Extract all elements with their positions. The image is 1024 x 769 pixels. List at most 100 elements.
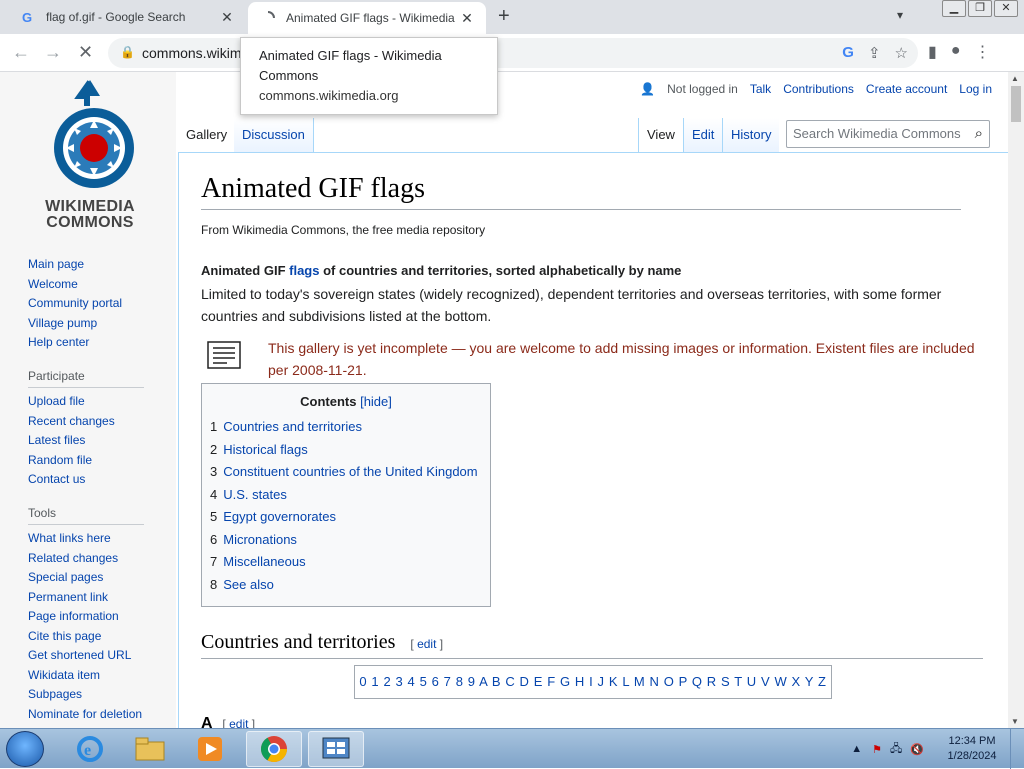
toc-entry[interactable]: 3 Constituent countries of the United Kin…	[210, 464, 478, 479]
nav-page-information[interactable]: Page information	[28, 607, 144, 627]
show-desktop-button[interactable]	[1010, 729, 1024, 769]
nav-main-page[interactable]: Main page	[28, 255, 122, 275]
nav-wikidata-item[interactable]: Wikidata item	[28, 666, 144, 686]
vertical-scrollbar[interactable]: ▲ ▼	[1008, 72, 1024, 728]
back-arrow-icon[interactable]: ←	[12, 42, 30, 63]
stop-loading-icon[interactable]: ✕	[78, 42, 93, 63]
media-player-icon[interactable]	[182, 731, 238, 767]
nav-upload-file[interactable]: Upload file	[28, 392, 144, 412]
nav-cite-this-page[interactable]: Cite this page	[28, 627, 144, 647]
toc-entry[interactable]: 6 Micronations	[210, 532, 297, 547]
show-hidden-icons-chevron-icon[interactable]: ▲	[851, 743, 862, 755]
tab-discussion[interactable]: Discussion	[234, 118, 314, 152]
nav-community-portal[interactable]: Community portal	[28, 294, 122, 314]
nav-what-links-here[interactable]: What links here	[28, 529, 144, 549]
nav-recent-changes[interactable]: Recent changes	[28, 412, 144, 432]
tab-wikimedia[interactable]: Animated GIF flags - Wikimedia Commons ✕	[248, 2, 486, 34]
alphabet-index[interactable]: 0 1 2 3 4 5 6 7 8 9 A B C D E F G H I J …	[354, 665, 832, 699]
bookmark-star-icon[interactable]: ☆	[895, 44, 908, 62]
create-account-link[interactable]: Create account	[866, 82, 947, 96]
clock-time: 12:34 PM	[948, 735, 996, 747]
restore-button[interactable]: ❐	[968, 0, 992, 17]
toc-entry[interactable]: 5 Egypt governorates	[210, 509, 336, 524]
toc-label[interactable]: See also	[223, 577, 274, 592]
tab-history[interactable]: History	[722, 118, 780, 152]
lock-icon[interactable]: 🔒	[120, 45, 135, 59]
toc-label[interactable]: Micronations	[223, 532, 297, 547]
close-tab-icon[interactable]: ✕	[216, 9, 238, 26]
nav-contact-us[interactable]: Contact us	[28, 470, 144, 490]
internet-explorer-icon[interactable]: e	[62, 731, 118, 767]
file-explorer-icon[interactable]	[122, 731, 178, 767]
tab-edit[interactable]: Edit	[683, 118, 723, 152]
scroll-down-arrow-icon[interactable]: ▼	[1011, 717, 1019, 726]
toc-entry[interactable]: 2 Historical flags	[210, 442, 308, 457]
toc-label[interactable]: Constituent countries of the United King…	[223, 464, 477, 479]
nav-welcome[interactable]: Welcome	[28, 275, 122, 295]
logo-text-commons: COMMONS	[46, 214, 134, 231]
toc-entry[interactable]: 7 Miscellaneous	[210, 554, 306, 569]
search-input[interactable]: Search Wikimedia Commons ⌕	[786, 120, 990, 148]
menu-kebab-icon[interactable]: ⋮	[974, 42, 990, 62]
tab-gallery[interactable]: Gallery	[178, 118, 237, 152]
toc-heading: Contents [hide]	[202, 394, 490, 409]
action-center-flag-icon[interactable]: ⚑	[872, 743, 882, 756]
clock[interactable]: 12:34 PM 1/28/2024	[934, 734, 1010, 764]
control-panel-icon[interactable]	[308, 731, 364, 767]
nav-village-pump[interactable]: Village pump	[28, 314, 122, 334]
tab-view[interactable]: View	[638, 118, 683, 152]
wikimedia-commons-logo[interactable]: WIKIMEDIA COMMONS	[30, 76, 150, 231]
incomplete-notice: This gallery is yet incomplete — you are…	[268, 340, 975, 378]
nav-subpages[interactable]: Subpages	[28, 685, 144, 705]
toc-entry[interactable]: 8 See also	[210, 577, 274, 592]
bracket: ]	[248, 717, 256, 728]
clock-date: 1/28/2024	[947, 750, 997, 762]
nav-help-center[interactable]: Help center	[28, 333, 122, 353]
scroll-up-arrow-icon[interactable]: ▲	[1011, 74, 1019, 83]
bracket: ]	[436, 637, 444, 651]
toc-number: 5	[210, 509, 218, 524]
google-lens-icon[interactable]: G	[842, 44, 854, 62]
start-button[interactable]	[6, 731, 44, 767]
forward-arrow-icon[interactable]: →	[44, 42, 62, 63]
address-bar[interactable]: 🔒 commons.wikimedia.org G ⇪ ☆	[108, 38, 918, 68]
nav-related-changes[interactable]: Related changes	[28, 549, 144, 569]
close-tab-icon[interactable]: ✕	[456, 10, 478, 27]
toc-title: Contents	[300, 394, 357, 409]
chrome-icon[interactable]	[246, 731, 302, 767]
toc-label[interactable]: Egypt governorates	[223, 509, 336, 524]
new-tab-button[interactable]: +	[498, 5, 510, 28]
contributions-link[interactable]: Contributions	[783, 82, 854, 96]
nav-permanent-link[interactable]: Permanent link	[28, 588, 144, 608]
tab-google-search[interactable]: G flag of.gif - Google Search ✕	[8, 0, 246, 34]
minimize-button[interactable]: ▁	[942, 0, 966, 17]
nav-nominate-for-deletion[interactable]: Nominate for deletion	[28, 705, 144, 725]
subsection-edit-link[interactable]: edit	[229, 717, 248, 728]
search-icon[interactable]: ⌕	[975, 121, 983, 147]
toc-label[interactable]: Historical flags	[223, 442, 308, 457]
volume-muted-icon[interactable]: 🔇	[910, 743, 924, 756]
side-panel-icon[interactable]: ▮	[928, 42, 937, 62]
nav-random-file[interactable]: Random file	[28, 451, 144, 471]
talk-link[interactable]: Talk	[750, 82, 771, 96]
nav-special-pages[interactable]: Special pages	[28, 568, 144, 588]
toc-entry[interactable]: 1 Countries and territories	[210, 419, 362, 434]
toc-entry[interactable]: 4 U.S. states	[210, 487, 287, 502]
toc-label[interactable]: Miscellaneous	[223, 554, 305, 569]
windows-taskbar: e ▲ ⚑ 🖧 🔇 12:34 PM 1/28/2024	[0, 728, 1024, 769]
share-icon[interactable]: ⇪	[868, 44, 881, 62]
close-window-button[interactable]: ✕	[994, 0, 1018, 17]
network-icon[interactable]: 🖧	[890, 740, 902, 759]
toc-label[interactable]: Countries and territories	[223, 419, 362, 434]
profile-avatar-icon[interactable]: ●	[951, 42, 961, 62]
flags-link[interactable]: flags	[289, 263, 319, 278]
section-edit-link[interactable]: edit	[417, 637, 436, 651]
tab-search-chevron-icon[interactable]: ▾	[897, 8, 903, 22]
nav-get-shortened-url[interactable]: Get shortened URL	[28, 646, 144, 666]
nav-latest-files[interactable]: Latest files	[28, 431, 144, 451]
svg-text:e: e	[84, 742, 91, 759]
scrollbar-thumb[interactable]	[1011, 86, 1021, 122]
toc-hide-link[interactable]: [hide]	[360, 394, 392, 409]
login-link[interactable]: Log in	[959, 82, 992, 96]
toc-label[interactable]: U.S. states	[223, 487, 287, 502]
